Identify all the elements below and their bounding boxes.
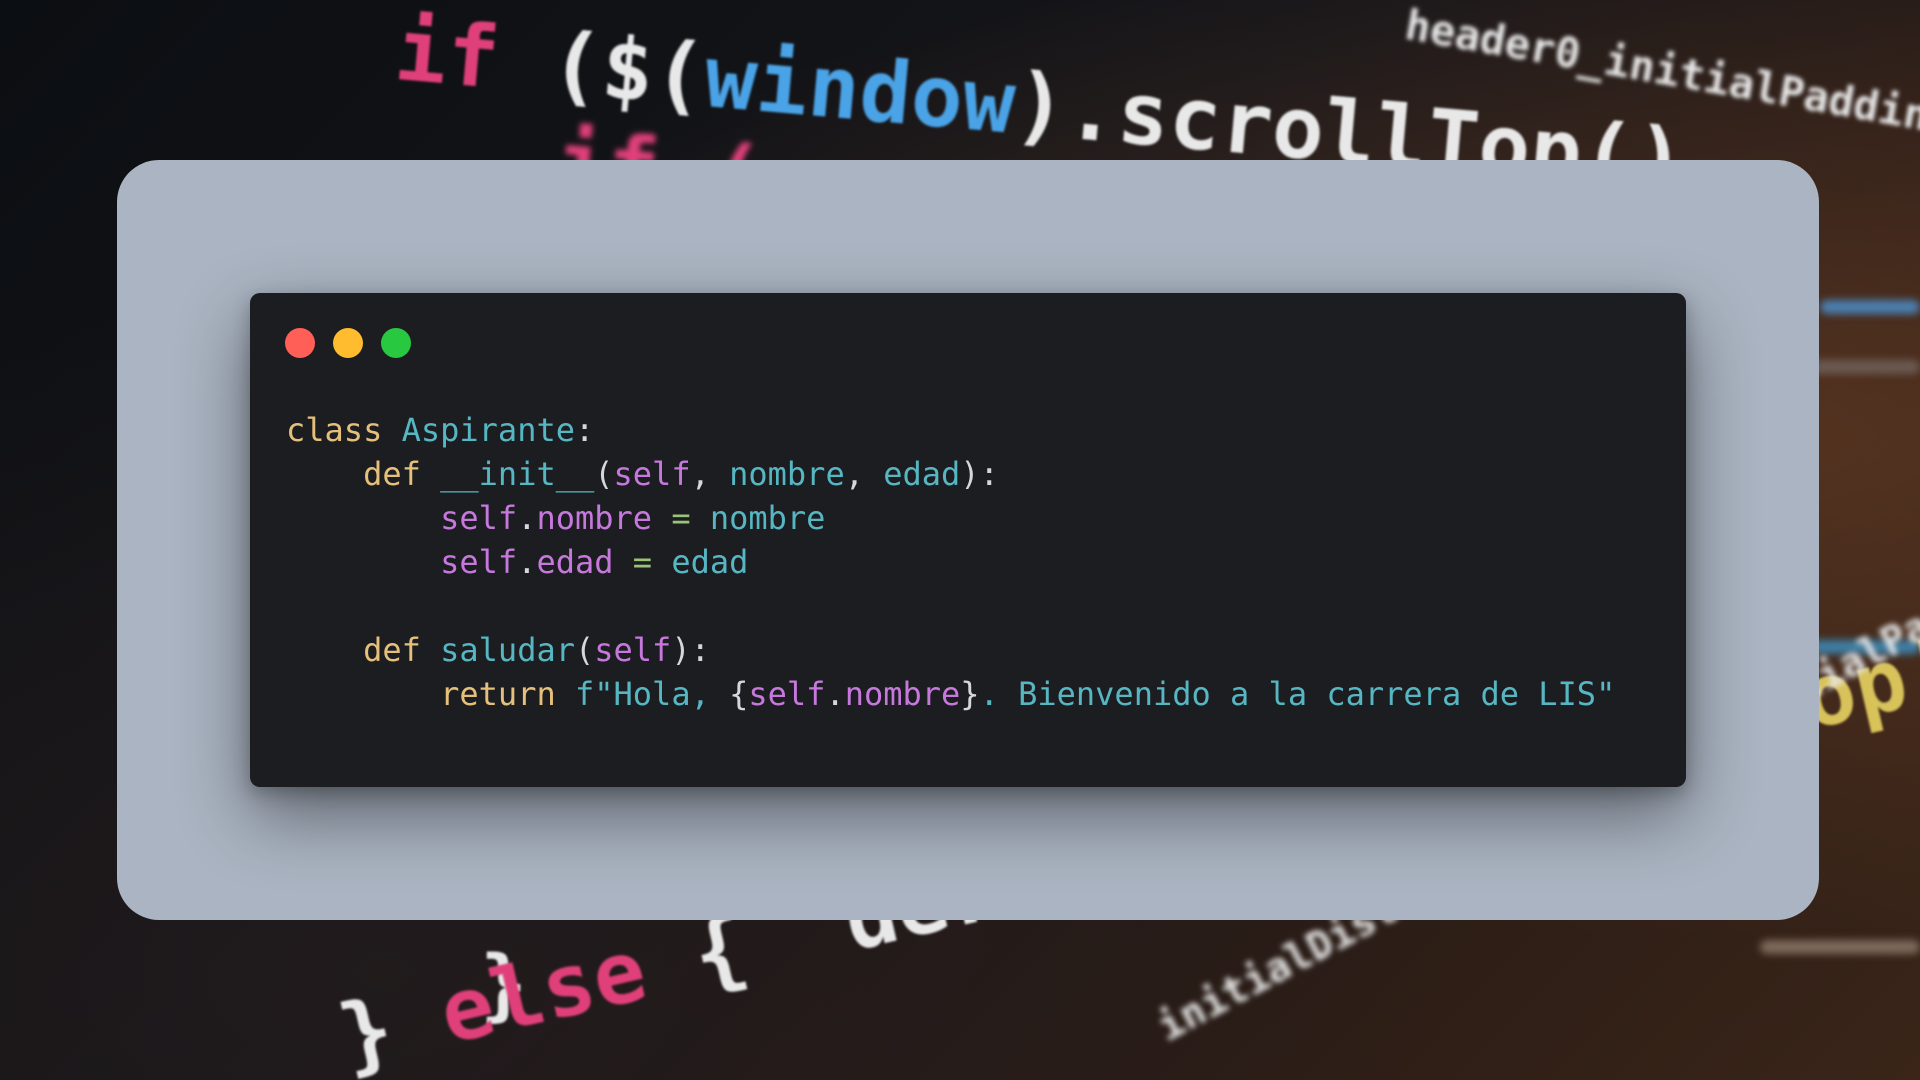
background-code-token: ($( <box>546 13 710 127</box>
code-token-punctuation <box>286 543 440 581</box>
code-token-punctuation: ( <box>574 631 595 669</box>
code-token-variable: nombre <box>729 455 845 493</box>
code-token-function: saludar <box>440 631 575 669</box>
code-line: self.nombre = nombre <box>286 496 1615 540</box>
code-token-operator: = <box>652 499 710 537</box>
screenshot-frame: class Aspirante: def __init__(self, nomb… <box>117 160 1819 920</box>
code-token-string: . Bienvenido a la carrera de LIS" <box>979 675 1616 713</box>
code-token-punctuation <box>286 675 440 713</box>
code-token-attribute: nombre <box>536 499 653 537</box>
code-token-punctuation: : <box>574 411 595 449</box>
code-token-punctuation: , <box>844 455 884 493</box>
code-token-punctuation <box>286 499 440 537</box>
code-token-punctuation: . <box>825 675 845 713</box>
code-token-self: self <box>748 675 826 713</box>
code-line: class Aspirante: <box>286 408 1615 452</box>
code-window: class Aspirante: def __init__(self, nomb… <box>250 293 1686 787</box>
code-token-punctuation: ( <box>594 455 614 493</box>
code-token-punctuation: . <box>517 543 537 581</box>
code-token-self: self <box>440 499 518 537</box>
code-token-keyword: def <box>363 631 441 669</box>
code-token-punctuation: } <box>960 675 980 713</box>
code-block: class Aspirante: def __init__(self, nomb… <box>286 408 1615 716</box>
background-streak <box>1820 300 1920 314</box>
code-token-keyword: return <box>440 675 575 713</box>
code-line: def __init__(self, nombre, edad): <box>286 452 1615 496</box>
code-token-variable: nombre <box>709 499 826 537</box>
code-token-punctuation: ): <box>960 455 999 493</box>
close-window-dot-icon[interactable] <box>285 328 315 358</box>
background-streak <box>1760 940 1920 954</box>
code-token-string: f"Hola, <box>574 675 730 713</box>
code-line: return f"Hola, {self.nombre}. Bienvenido… <box>286 672 1615 716</box>
code-token-keyword: class <box>286 411 402 449</box>
code-token-self: self <box>594 631 672 669</box>
background-code-token: if <box>391 0 555 114</box>
code-token-operator: = <box>613 543 672 581</box>
code-token-punctuation <box>286 631 363 669</box>
code-token-punctuation <box>286 455 363 493</box>
window-controls <box>285 328 411 358</box>
code-line: def saludar(self): <box>286 628 1615 672</box>
code-token-punctuation: { <box>729 675 749 713</box>
code-token-class-name: Aspirante <box>401 411 575 449</box>
code-token-function: __init__ <box>440 455 595 493</box>
code-line: self.edad = edad <box>286 540 1615 584</box>
code-token-attribute: edad <box>536 543 614 581</box>
background-code-token: else <box>430 920 656 1065</box>
code-token-self: self <box>440 543 518 581</box>
code-token-variable: edad <box>671 543 749 581</box>
code-token-punctuation: . <box>517 499 537 537</box>
code-token-variable: edad <box>883 455 961 493</box>
code-token-self: self <box>613 455 691 493</box>
maximize-window-dot-icon[interactable] <box>381 328 411 358</box>
code-token-punctuation: , <box>690 455 730 493</box>
code-token-attribute: nombre <box>844 675 961 713</box>
code-token-punctuation: ): <box>671 631 710 669</box>
code-token-keyword: def <box>363 455 441 493</box>
minimize-window-dot-icon[interactable] <box>333 328 363 358</box>
